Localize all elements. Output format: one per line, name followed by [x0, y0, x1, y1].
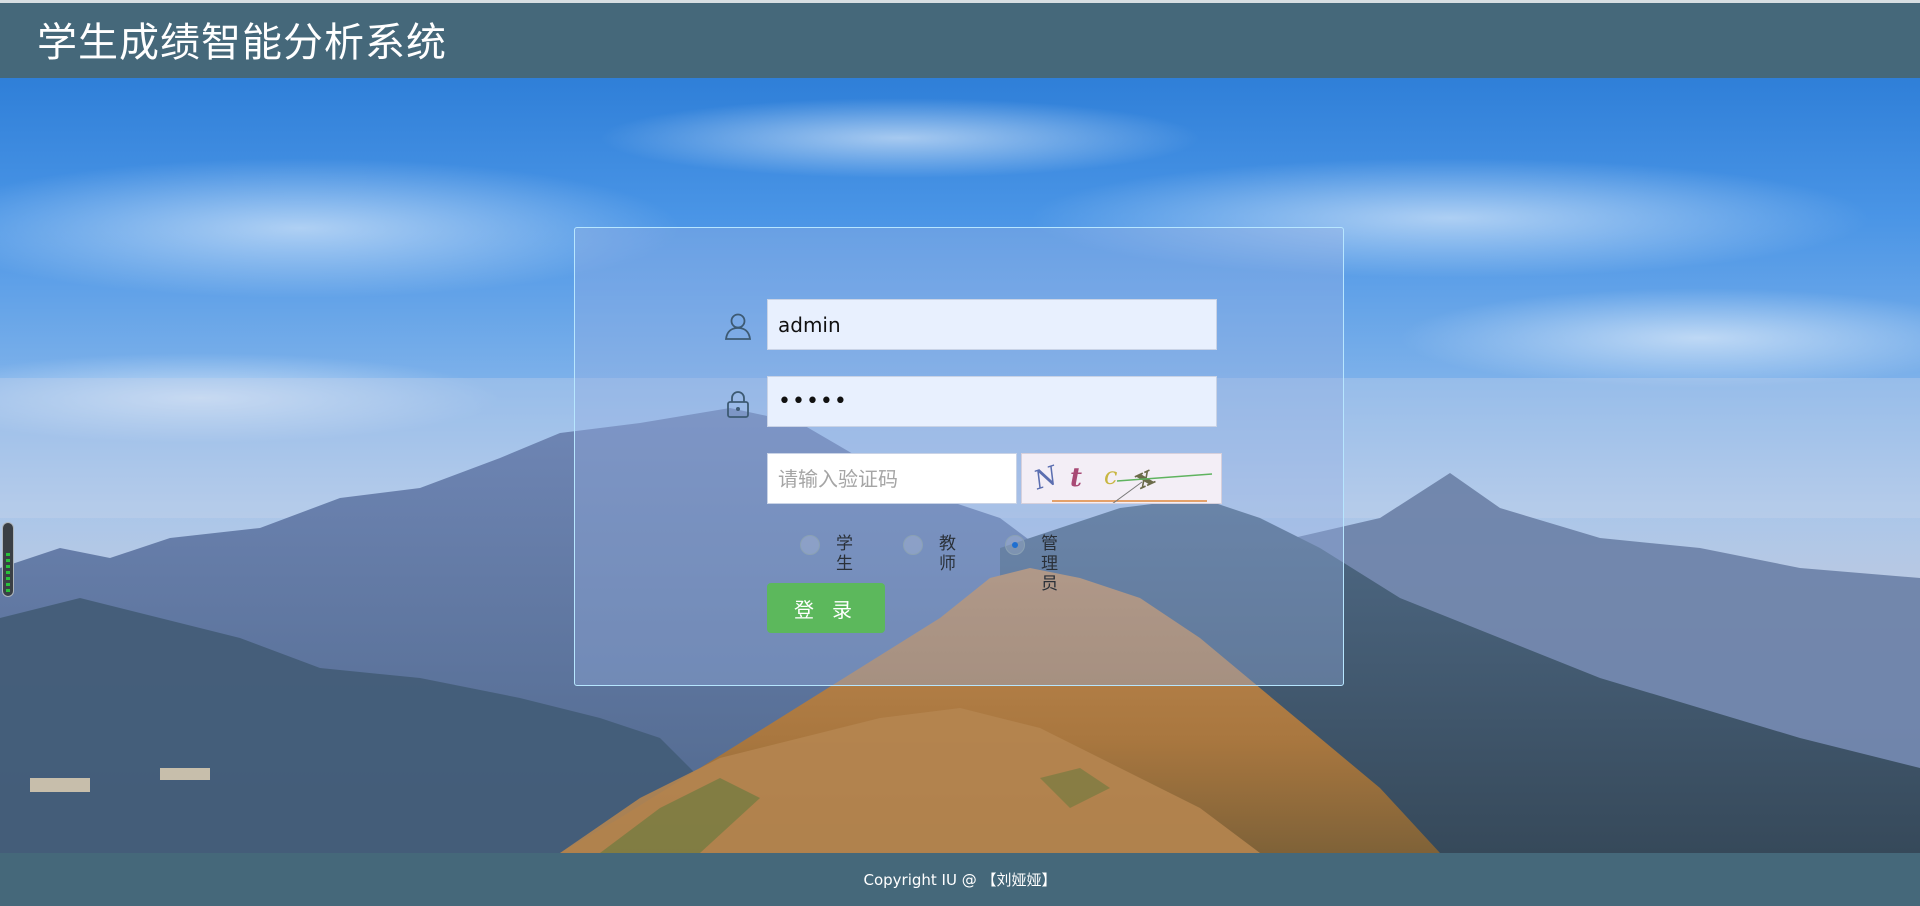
copyright-text: Copyright IU @ 【刘娅娅】 — [863, 871, 1057, 889]
app-title: 学生成绩智能分析系统 — [37, 20, 447, 66]
login-button[interactable]: 登录 — [767, 583, 885, 633]
level-bar — [6, 553, 10, 556]
level-bar — [6, 577, 10, 580]
radio-label-student: 学生 — [836, 534, 853, 574]
volume-level-widget[interactable] — [2, 522, 14, 597]
level-bar — [6, 559, 10, 562]
user-icon — [722, 310, 754, 342]
captcha-char: x — [1130, 459, 1159, 496]
level-bar — [6, 565, 10, 568]
username-input[interactable] — [767, 299, 1217, 350]
lock-icon — [722, 388, 754, 420]
captcha-input[interactable] — [767, 453, 1017, 504]
page-footer: Copyright IU @ 【刘娅娅】 — [0, 853, 1920, 906]
captcha-char: N — [1029, 460, 1062, 496]
password-input[interactable] — [767, 376, 1217, 427]
captcha-image[interactable]: N t c x — [1021, 453, 1222, 504]
level-bar — [6, 571, 10, 574]
app-header: 学生成绩智能分析系统 — [0, 0, 1920, 78]
level-bar — [6, 583, 10, 586]
radio-label-teacher: 教师 — [939, 534, 956, 574]
captcha-char: c — [1104, 462, 1117, 490]
radio-student[interactable] — [800, 535, 820, 555]
captcha-char: t — [1070, 463, 1082, 493]
radio-label-admin: 管理员 — [1041, 534, 1058, 594]
radio-teacher[interactable] — [903, 535, 923, 555]
level-bar — [6, 589, 10, 592]
radio-admin[interactable] — [1005, 535, 1025, 555]
